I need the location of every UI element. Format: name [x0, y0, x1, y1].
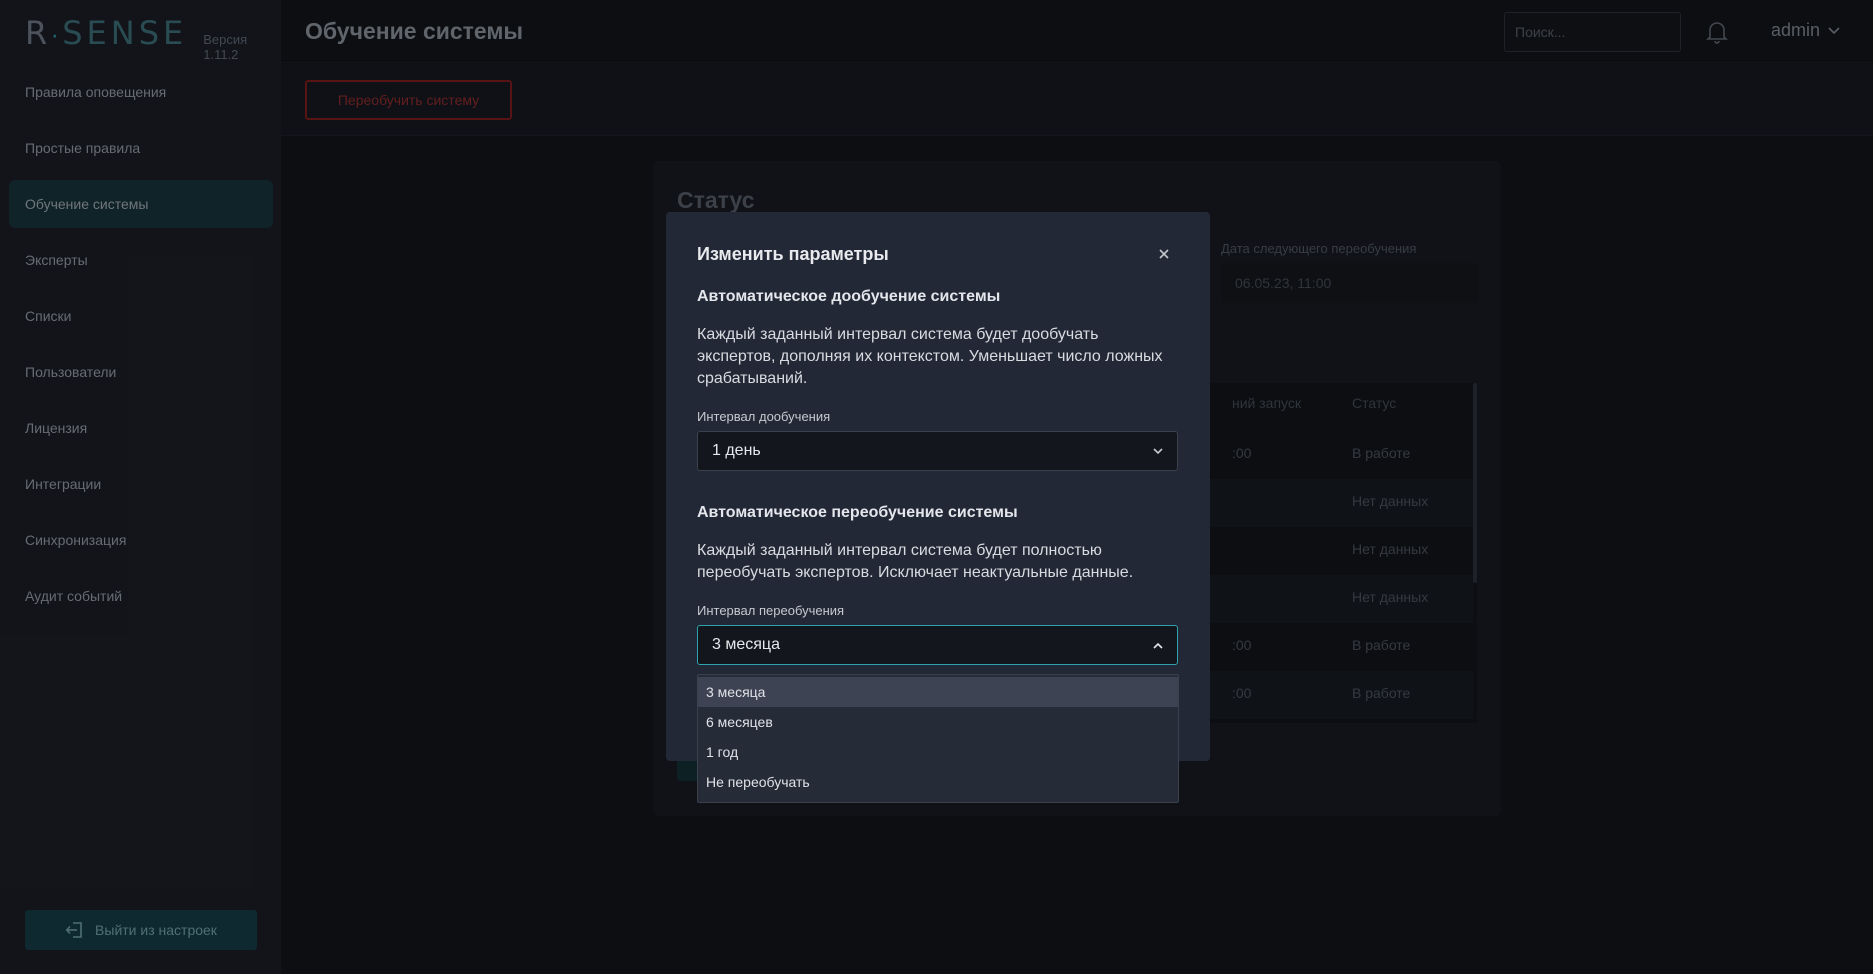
close-icon[interactable] — [1158, 248, 1170, 260]
dropdown-option[interactable]: 1 год — [698, 737, 1178, 767]
auto-finetune-text: Каждый заданный интервал система будет д… — [697, 326, 1163, 387]
chevron-up-icon — [1153, 642, 1163, 649]
auto-finetune-title: Автоматическое дообучение системы — [697, 288, 1001, 305]
retrain-interval-select[interactable]: 3 месяца — [697, 625, 1178, 665]
dropdown-option[interactable]: Не переобучать — [698, 767, 1178, 797]
retrain-interval-value: 3 месяца — [712, 636, 780, 653]
retrain-interval-dropdown: 3 месяца 6 месяцев 1 год Не переобучать — [697, 674, 1179, 803]
dropdown-option[interactable]: 6 месяцев — [698, 707, 1178, 737]
finetune-interval-select[interactable]: 1 день — [697, 431, 1178, 471]
auto-retrain-text: Каждый заданный интервал система будет п… — [697, 542, 1134, 581]
dropdown-option[interactable]: 3 месяца — [698, 677, 1178, 707]
finetune-interval-value: 1 день — [712, 442, 761, 459]
retrain-interval-label: Интервал переобучения — [697, 603, 845, 618]
chevron-down-icon — [1153, 448, 1163, 455]
auto-retrain-title: Автоматическое переобучение системы — [697, 504, 1018, 521]
modal-title: Изменить параметры — [697, 244, 889, 264]
finetune-interval-label: Интервал дообучения — [697, 409, 831, 424]
